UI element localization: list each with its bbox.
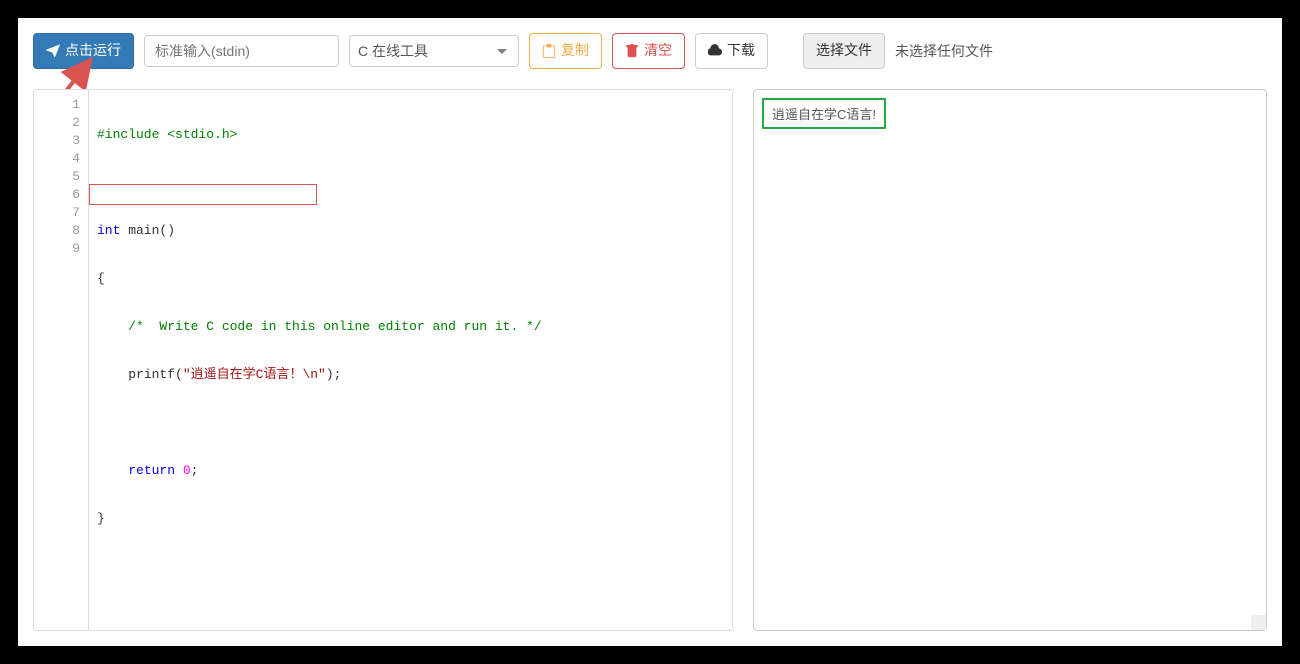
download-button[interactable]: 下载 — [695, 33, 768, 69]
code-token: main() — [120, 223, 175, 238]
download-button-label: 下载 — [727, 41, 755, 61]
code-token: 0 — [183, 463, 191, 478]
code-token: } — [97, 511, 105, 526]
run-button[interactable]: 点击运行 — [33, 33, 134, 69]
trash-icon — [625, 44, 639, 58]
lineno: 3 — [34, 132, 80, 150]
page-container: 点击运行 C 在线工具 复制 清空 下载 选择文件 未选择任何文件 1 2 — [18, 18, 1282, 646]
lineno: 8 — [34, 222, 80, 240]
lineno: 7 — [34, 204, 80, 222]
tool-select[interactable]: C 在线工具 — [349, 35, 519, 67]
code-token: int — [97, 223, 120, 238]
copy-button[interactable]: 复制 — [529, 33, 602, 69]
lineno: 4 — [34, 150, 80, 168]
choose-file-button[interactable]: 选择文件 — [803, 33, 885, 69]
output-pane[interactable]: 逍遥自在学C语言! — [753, 89, 1267, 631]
copy-icon — [542, 44, 556, 58]
code-token — [97, 463, 128, 478]
code-token: printf — [128, 367, 175, 382]
lineno: 5 — [34, 168, 80, 186]
main-area: 1 2 3 4 5 6 7 8 9 #include <stdio.h> int… — [33, 89, 1267, 631]
code-token: "逍遥自在学C语言！\n" — [183, 367, 326, 382]
code-token: /* Write C code in this online editor an… — [128, 319, 541, 334]
code-token — [175, 463, 183, 478]
stdin-input[interactable] — [144, 35, 339, 67]
clear-button-label: 清空 — [644, 41, 672, 61]
output-text: 逍遥自在学C语言! — [762, 98, 886, 129]
paper-plane-icon — [46, 44, 60, 58]
run-button-label: 点击运行 — [65, 41, 121, 61]
code-editor[interactable]: 1 2 3 4 5 6 7 8 9 #include <stdio.h> int… — [33, 89, 733, 631]
lineno: 6 — [34, 186, 80, 204]
code-token: ; — [334, 367, 342, 382]
code-content[interactable]: #include <stdio.h> int main() { /* Write… — [89, 90, 732, 630]
code-token: return — [128, 463, 175, 478]
lineno: 1 — [34, 96, 80, 114]
lineno: 2 — [34, 114, 80, 132]
no-file-text: 未选择任何文件 — [895, 41, 993, 61]
code-token: #include <stdio.h> — [97, 127, 237, 142]
clear-button[interactable]: 清空 — [612, 33, 685, 69]
code-token: ; — [191, 463, 199, 478]
lineno: 9 — [34, 240, 80, 258]
choose-file-label: 选择文件 — [816, 41, 872, 61]
code-token: ( — [175, 367, 183, 382]
code-token: { — [97, 271, 105, 286]
toolbar: 点击运行 C 在线工具 复制 清空 下载 选择文件 未选择任何文件 — [33, 33, 1267, 69]
code-token: ) — [326, 367, 334, 382]
code-token — [97, 319, 128, 334]
copy-button-label: 复制 — [561, 41, 589, 61]
cloud-download-icon — [708, 44, 722, 58]
line-gutter: 1 2 3 4 5 6 7 8 9 — [34, 90, 89, 630]
code-token — [97, 367, 128, 382]
